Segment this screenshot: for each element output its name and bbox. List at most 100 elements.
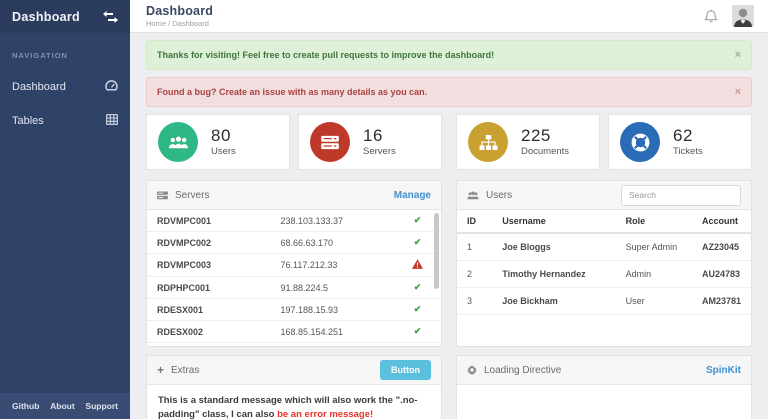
sidebar-header: Dashboard — [0, 0, 130, 33]
stat-meta: 80 Users — [211, 125, 236, 157]
topbar: Dashboard Home / Dashboard — [130, 0, 768, 33]
alert-danger: Found a bug? Create an issue with as man… — [146, 77, 752, 107]
server-row: RDPHPC001 91.88.224.5 ✔ — [147, 276, 441, 299]
sidebar-item-label: Tables — [12, 115, 44, 127]
sidebar-toggle-icon[interactable] — [103, 10, 118, 23]
col-username: Username — [492, 210, 616, 234]
users-panel-header: Users — [457, 181, 751, 210]
panel-title: Users — [486, 189, 513, 201]
search-input[interactable] — [621, 184, 741, 206]
support-link[interactable]: Support — [85, 401, 118, 411]
sidebar-brand: Dashboard — [12, 9, 80, 24]
col-account: Account — [691, 210, 751, 234]
user-role: User — [615, 287, 692, 315]
stat-card-tickets: 62 Tickets — [608, 114, 752, 170]
user-account: AU24783 — [691, 260, 751, 288]
extras-panel-header: + Extras Button — [147, 356, 441, 385]
life-ring-icon — [620, 122, 660, 162]
server-row: RDESX002 168.85.154.251 ✔ — [147, 320, 441, 343]
spinkit-link[interactable]: SpinKit — [706, 365, 741, 376]
user-row: 2 Timothy Hernandez Admin AU24783 — [457, 260, 751, 288]
stat-value: 62 — [673, 125, 693, 145]
sidebar-nav-label: NAVIGATION — [12, 51, 68, 60]
manage-link[interactable]: Manage — [394, 190, 431, 201]
avatar[interactable] — [732, 5, 754, 27]
servers-list: RDVMPC001 238.103.133.37 ✔ RDVMPC002 68.66.6… — [147, 210, 441, 346]
user-id: 3 — [457, 287, 493, 315]
gauge-icon — [105, 80, 118, 94]
main-area: Dashboard Home / Dashboard Thanks for vi… — [130, 0, 768, 419]
stat-card-users: 80 Users — [146, 114, 290, 170]
stat-value: 225 — [521, 125, 551, 145]
sidebar-item-tables[interactable]: Tables — [0, 104, 130, 138]
panel-title: Loading Directive — [484, 364, 562, 376]
page-title: Dashboard — [146, 4, 214, 18]
github-link[interactable]: Github — [12, 401, 39, 411]
stat-value: 16 — [363, 125, 383, 145]
sidebar-item-label: Dashboard — [12, 81, 66, 93]
bell-icon[interactable] — [704, 9, 718, 24]
stats-right: 225 Documents 62 Tickets — [456, 114, 752, 170]
app-window: Dashboard NAVIGATION Dashboard Tables Gi… — [0, 0, 768, 419]
stat-label: Documents — [521, 146, 570, 158]
close-icon[interactable]: × — [735, 49, 741, 61]
user-name: Timothy Hernandez — [492, 260, 616, 288]
stat-meta: 62 Tickets — [673, 125, 703, 157]
panel-title: Servers — [175, 189, 210, 201]
users-icon — [158, 122, 198, 162]
panel-title: Extras — [171, 364, 200, 376]
servers-panel: Servers Manage RDVMPC001 238.103.133.37 ✔ R… — [146, 180, 442, 347]
about-link[interactable]: About — [50, 401, 75, 411]
server-name: RDVMPC001 — [147, 210, 271, 232]
stat-label: Servers — [363, 146, 396, 158]
server-name: RDESX003 — [147, 342, 271, 346]
server-ip: 68.66.63.170 — [270, 231, 394, 254]
server-row: RDESX001 197.188.15.93 ✔ — [147, 298, 441, 321]
scrollbar[interactable] — [434, 213, 439, 289]
stat-meta: 16 Servers — [363, 125, 396, 158]
check-icon: ✔ — [393, 298, 441, 321]
user-id: 1 — [457, 233, 493, 261]
plus-icon: + — [157, 363, 165, 377]
sidebar: Dashboard NAVIGATION Dashboard Tables Gi… — [0, 0, 130, 419]
close-icon[interactable]: × — [735, 86, 741, 98]
check-icon: ✔ — [393, 320, 441, 343]
server-name: RDESX001 — [147, 298, 271, 321]
users-panel: Users ID Username Role Account 1J — [456, 180, 752, 347]
breadcrumb: Home / Dashboard — [146, 19, 209, 28]
user-account: AM23781 — [691, 287, 751, 315]
extras-panel: + Extras Button This is a standard messa… — [146, 355, 442, 419]
gear-icon — [467, 365, 477, 375]
server-ip: 197.188.15.93 — [270, 298, 394, 321]
server-ip: 168.85.154.251 — [270, 320, 394, 343]
alert-danger-text: Found a bug? Create an issue with as man… — [157, 87, 428, 97]
loading-directive-panel: Loading Directive SpinKit — [456, 355, 752, 419]
user-role: Super Admin — [615, 233, 692, 261]
server-row: RDESX003209.25.191.61 — [147, 342, 441, 346]
server-icon — [157, 190, 168, 200]
topbar-left: Dashboard Home / Dashboard — [146, 4, 213, 28]
topbar-right — [704, 5, 754, 27]
server-name: RDVMPC003 — [147, 253, 271, 277]
server-icon — [310, 122, 350, 162]
user-row: 3 Joe Bickham User AM23781 — [457, 287, 751, 315]
server-name: RDVMPC002 — [147, 231, 271, 254]
user-account: AZ23045 — [691, 233, 751, 261]
stat-card-documents: 225 Documents — [456, 114, 600, 170]
loading-panel-header: Loading Directive SpinKit — [457, 356, 751, 385]
col-role: Role — [615, 210, 692, 234]
extras-message-error: be an error message! — [277, 409, 374, 419]
server-ip: 209.25.191.61 — [270, 342, 394, 346]
extras-button[interactable]: Button — [380, 360, 431, 380]
server-ip: 76.117.212.33 — [270, 253, 394, 277]
panels-row-1: Servers Manage RDVMPC001 238.103.133.37 ✔ R… — [146, 180, 752, 347]
stat-meta: 225 Documents — [521, 125, 570, 158]
stat-card-servers: 16 Servers — [298, 114, 442, 170]
server-row: RDVMPC002 68.66.63.170 ✔ — [147, 231, 441, 254]
server-ip: 238.103.133.37 — [270, 210, 394, 232]
sidebar-footer: Github About Support — [0, 393, 130, 419]
alert-success: Thanks for visiting! Feel free to create… — [146, 40, 752, 70]
stat-value: 80 — [211, 125, 231, 145]
sidebar-item-dashboard[interactable]: Dashboard — [0, 70, 130, 104]
user-id: 2 — [457, 260, 493, 288]
